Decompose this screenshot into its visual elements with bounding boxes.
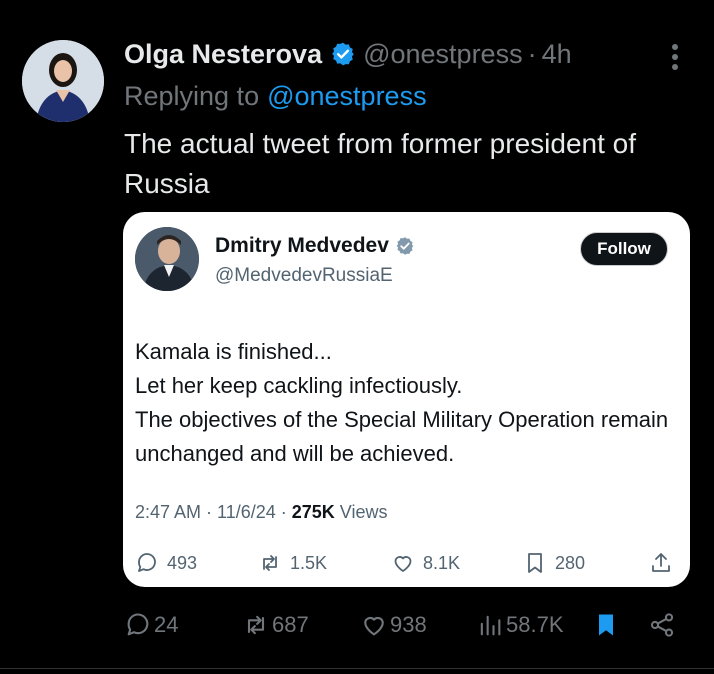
heart-icon xyxy=(394,556,412,572)
share-icon xyxy=(652,553,670,572)
repost-icon xyxy=(263,555,277,571)
embedded-line: The objectives of the Special Military O… xyxy=(135,407,669,466)
repost-icon xyxy=(247,615,265,635)
repost-button[interactable]: 687 xyxy=(242,607,309,643)
tweet-text: The actual tweet from former president o… xyxy=(124,128,636,199)
reply-icon xyxy=(127,613,149,636)
embedded-like-button[interactable]: 8.1K xyxy=(391,549,460,577)
more-options-icon[interactable] xyxy=(670,42,680,72)
embedded-tweet-text: Kamala is finished... Let her keep cackl… xyxy=(135,335,680,471)
share-icon xyxy=(650,613,674,637)
embedded-action-bar: 493 1.5K 8.1K 280 xyxy=(133,549,681,577)
avatar[interactable] xyxy=(22,40,104,122)
embedded-reply-button[interactable]: 493 xyxy=(135,549,197,577)
embedded-reply-count: 493 xyxy=(167,552,198,573)
views-count: 58.7K xyxy=(506,612,564,637)
handle[interactable]: @onestpress xyxy=(363,39,522,70)
embedded-views-label: Views xyxy=(334,502,388,522)
heart-icon xyxy=(364,616,384,636)
timestamp[interactable]: 4h xyxy=(542,39,572,70)
embedded-like-count: 8.1K xyxy=(423,552,461,573)
replying-prefix: Replying to xyxy=(124,80,260,111)
bookmark-button[interactable] xyxy=(592,607,622,643)
bookmark-icon xyxy=(528,553,542,573)
embedded-views-count: 275K xyxy=(291,502,335,522)
repost-count: 687 xyxy=(272,612,309,637)
reply-icon xyxy=(138,553,156,572)
tweet-action-bar: 24 687 938 58.7K xyxy=(0,607,714,643)
embedded-bookmark-button[interactable]: 280 xyxy=(523,549,585,577)
embedded-repost-count: 1.5K xyxy=(290,552,328,573)
embedded-handle[interactable]: @MedvedevRussiaE xyxy=(215,265,393,287)
embedded-line: Kamala is finished... xyxy=(135,339,332,364)
embedded-tweet-card[interactable]: Dmitry Medvedev @MedvedevRussiaE Follow … xyxy=(123,212,690,587)
embedded-display-name[interactable]: Dmitry Medvedev xyxy=(215,234,389,258)
replying-to: Replying to @onestpress xyxy=(124,78,427,114)
views-button[interactable]: 58.7K xyxy=(476,607,564,643)
views-chart-icon xyxy=(480,615,501,636)
follow-button[interactable]: Follow xyxy=(580,232,668,266)
bookmark-filled-icon xyxy=(599,614,613,636)
embedded-share-button[interactable] xyxy=(649,549,681,577)
embedded-bookmark-count: 280 xyxy=(555,552,586,573)
verified-badge-icon xyxy=(330,41,356,67)
display-name[interactable]: Olga Nesterova xyxy=(124,39,322,70)
share-button[interactable] xyxy=(648,607,678,643)
replying-mention[interactable]: @onestpress xyxy=(267,81,426,112)
embedded-meta: 2:47 AM · 11/6/24 · 275K Views xyxy=(135,502,388,523)
embedded-avatar[interactable] xyxy=(135,227,199,291)
tweet-header: Olga Nesterova @onestpress · 4h xyxy=(124,36,572,72)
embedded-repost-button[interactable]: 1.5K xyxy=(258,549,327,577)
divider xyxy=(0,668,714,669)
like-button[interactable]: 938 xyxy=(360,607,427,643)
embedded-timestamp[interactable]: 2:47 AM · 11/6/24 · xyxy=(135,502,292,522)
separator-dot: · xyxy=(527,38,537,69)
embedded-line: Let her keep cackling infectiously. xyxy=(135,373,463,398)
like-count: 938 xyxy=(390,612,427,637)
gray-verified-badge-icon xyxy=(395,236,415,256)
reply-count: 24 xyxy=(154,612,179,637)
embedded-name-line: Dmitry Medvedev xyxy=(215,234,415,258)
reply-button[interactable]: 24 xyxy=(124,607,178,643)
